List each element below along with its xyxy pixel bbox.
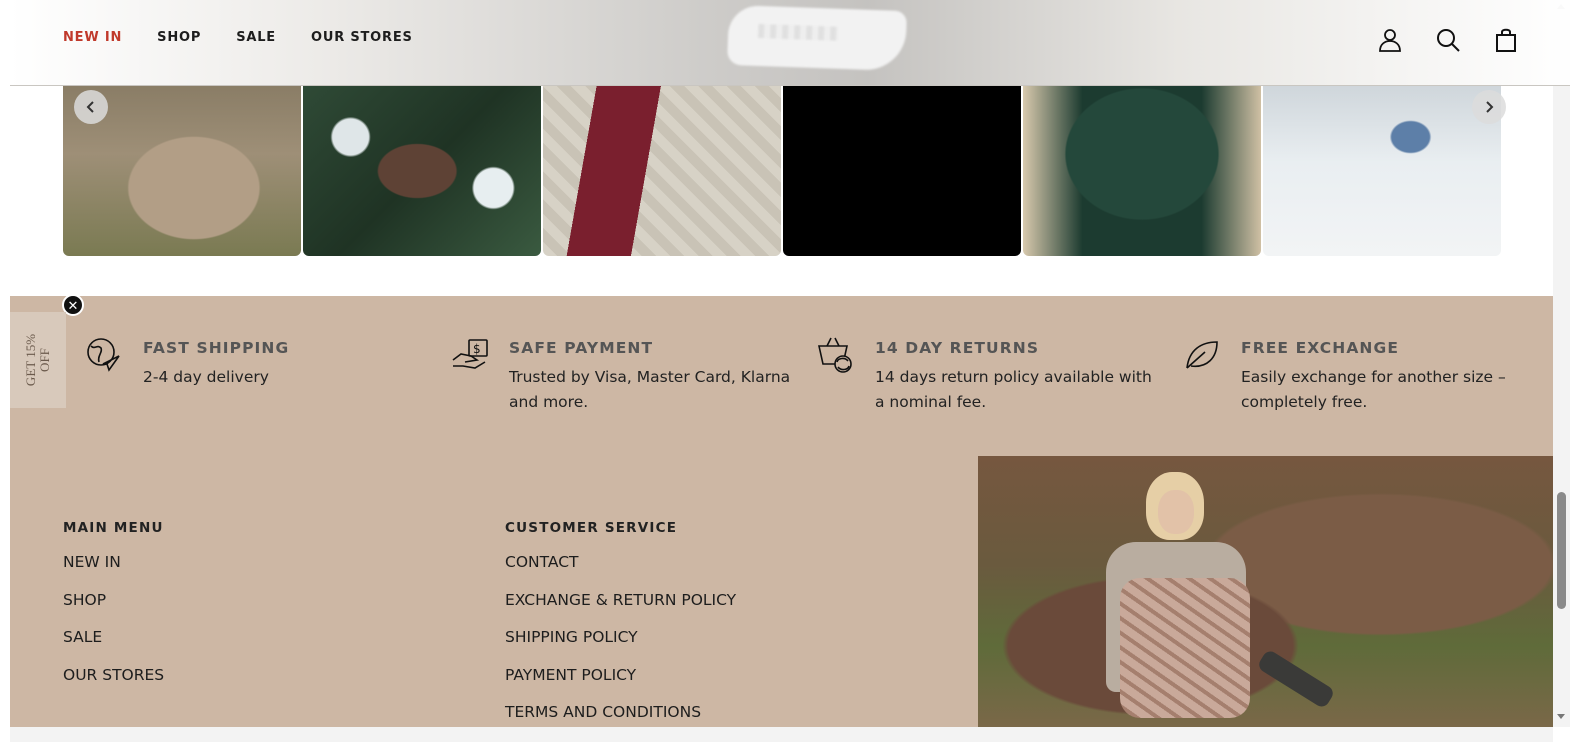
site-header: NEW IN SHOP SALE OUR STORES [10,0,1570,86]
leaf-icon [1186,341,1218,369]
chevron-right-icon [1486,101,1494,113]
nav-shop[interactable]: SHOP [157,30,201,45]
footer-link-shop[interactable]: SHOP [63,591,164,629]
features-row: FAST SHIPPING 2-4 day delivery $ SAFE PA… [85,336,1545,426]
feature-desc: 2-4 day delivery [143,368,269,386]
carousel-prev-button[interactable] [74,90,108,124]
carousel-slide-4[interactable] [783,86,1021,256]
close-icon: ✕ [67,297,79,313]
feature-title: FREE EXCHANGE [1241,339,1400,357]
footer-link-exchange-return[interactable]: EXCHANGE & RETURN POLICY [505,591,736,629]
account-icon[interactable] [1374,24,1406,56]
scroll-down-arrow[interactable] [1557,714,1565,719]
footer-column-title: MAIN MENU [63,520,164,536]
feature-title: SAFE PAYMENT [509,339,654,357]
basket-refresh-icon [818,337,852,373]
footer-link-payment-policy[interactable]: PAYMENT POLICY [505,666,736,704]
svg-text:$: $ [473,342,481,356]
footer-link-our-stores[interactable]: OUR STORES [63,666,164,704]
header-icons [1374,24,1522,56]
footer-customer-service: CUSTOMER SERVICE CONTACT EXCHANGE & RETU… [505,520,736,741]
main-nav: NEW IN SHOP SALE OUR STORES [63,30,413,45]
hand-money-icon: $ [452,339,488,369]
scroll-thumb[interactable] [1557,492,1566,609]
carousel-slide-5[interactable] [1023,86,1261,256]
nav-sale[interactable]: SALE [236,30,276,45]
feature-title: 14 DAY RETURNS [875,339,1040,357]
carousel-slide-6[interactable] [1263,86,1501,256]
lookbook-carousel [63,86,1517,256]
nav-our-stores[interactable]: OUR STORES [311,30,413,45]
footer-link-contact[interactable]: CONTACT [505,553,736,591]
footer-column-title: CUSTOMER SERVICE [505,520,678,536]
carousel-slide-2[interactable] [303,86,541,256]
vertical-scrollbar[interactable] [1553,0,1570,727]
discount-tab-label: GET 15% OFF [23,333,52,387]
feature-desc: Easily exchange for another size – compl… [1241,368,1506,411]
footer-main-menu: MAIN MENU NEW IN SHOP SALE OUR STORES [63,520,164,703]
globe-plane-icon [87,338,120,372]
cart-bag-icon[interactable] [1490,24,1522,56]
search-icon[interactable] [1432,24,1464,56]
discount-side-tab[interactable]: GET 15% OFF [10,312,66,408]
feature-desc: 14 days return policy available with a n… [875,368,1152,411]
footer-link-sale[interactable]: SALE [63,628,164,666]
footer-link-new-in[interactable]: NEW IN [63,553,164,591]
footer-link-shipping-policy[interactable]: SHIPPING POLICY [505,628,736,666]
nav-new-in[interactable]: NEW IN [63,30,122,45]
feature-desc: Trusted by Visa, Master Card, Klarna and… [509,368,791,411]
model-figure [1086,468,1336,727]
carousel-slide-3[interactable] [543,86,781,256]
footer-model-photo [978,456,1553,727]
brand-logo[interactable] [727,4,907,72]
feature-title: FAST SHIPPING [143,339,290,357]
carousel-next-button[interactable] [1472,90,1506,124]
horizontal-scrollbar[interactable] [10,727,1553,742]
chevron-left-icon [86,101,94,113]
